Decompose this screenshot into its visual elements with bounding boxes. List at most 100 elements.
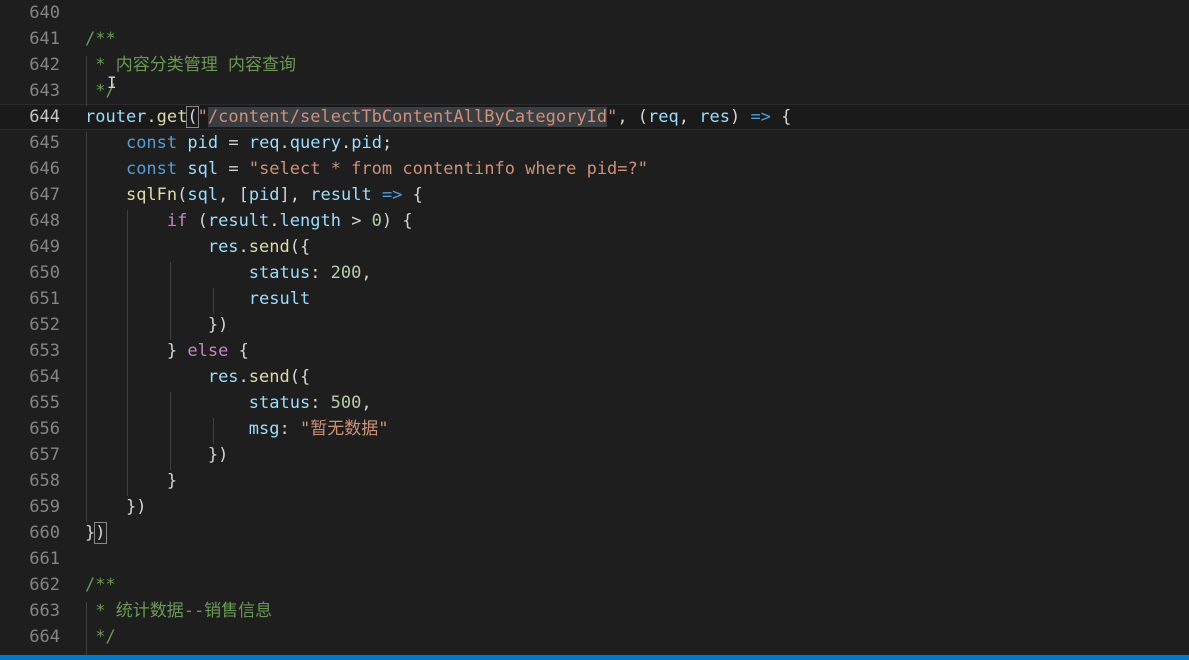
code-token: (: [186, 106, 199, 128]
code-line[interactable]: 645 const pid = req.query.pid;: [0, 130, 1189, 156]
code-line[interactable]: 657 }): [0, 442, 1189, 468]
code-token: 0: [371, 211, 382, 231]
code-token: const: [125, 159, 178, 179]
code-text[interactable]: const sql = "select * from contentinfo w…: [85, 156, 648, 182]
code-token: pid: [248, 185, 280, 205]
code-text[interactable]: if (result.length > 0) {: [85, 208, 413, 234]
code-text[interactable]: /**: [85, 572, 116, 598]
line-number: 646: [29, 159, 60, 179]
code-token: result: [207, 211, 270, 231]
code-token: (: [177, 185, 188, 205]
code-token: .: [340, 133, 352, 153]
code-line[interactable]: 654 res.send({: [0, 364, 1189, 390]
code-token: sqlFn: [125, 185, 178, 205]
code-token: res: [207, 367, 239, 387]
code-editor[interactable]: 664 */663 * 统计数据--销售信息 662/** 661 660}) 659 …: [0, 0, 1189, 655]
mouse-ibeam-cursor-icon: I: [107, 73, 117, 92]
code-token: if: [166, 211, 188, 231]
indent-guide: [170, 262, 171, 340]
code-line[interactable]: 653 } else {: [0, 338, 1189, 364]
code-token: * 内容分类管理 内容查询: [85, 55, 296, 75]
code-text[interactable]: } else {: [85, 338, 249, 364]
code-text[interactable]: msg: "暂无数据": [85, 416, 389, 442]
code-line[interactable]: 648 if (result.length > 0) {: [0, 208, 1189, 234]
code-line[interactable]: 660}): [0, 520, 1189, 546]
code-line[interactable]: 658 }: [0, 468, 1189, 494]
code-line[interactable]: 661: [0, 546, 1189, 572]
code-token: , [: [218, 185, 249, 205]
line-number: 651: [29, 289, 60, 309]
code-text[interactable]: const pid = req.query.pid;: [85, 130, 392, 156]
code-token: sql: [187, 159, 219, 179]
status-bar[interactable]: [0, 655, 1189, 660]
code-token: result: [310, 185, 372, 205]
code-token: .: [238, 367, 249, 387]
code-line[interactable]: 649 res.send({: [0, 234, 1189, 260]
line-number: 649: [29, 237, 60, 257]
code-token: }): [207, 315, 229, 335]
code-text[interactable]: }): [85, 312, 228, 338]
code-token: msg: [248, 419, 280, 439]
code-text[interactable]: }): [85, 520, 107, 546]
line-number: 642: [29, 55, 60, 75]
code-line[interactable]: 642 * 内容分类管理 内容查询: [0, 52, 1189, 78]
code-line[interactable]: 643 */: [0, 78, 1189, 104]
code-text[interactable]: result: [85, 286, 310, 312]
code-token: ({: [289, 237, 311, 257]
code-line[interactable]: 650 status: 200,: [0, 260, 1189, 286]
code-line[interactable]: 659 }): [0, 494, 1189, 520]
code-text[interactable]: }: [85, 468, 177, 494]
line-number: 660: [29, 523, 60, 543]
code-token: else: [187, 341, 229, 361]
code-token: */: [85, 627, 116, 647]
code-token: }): [125, 497, 147, 517]
line-number: 661: [29, 549, 60, 569]
code-line[interactable]: 664 */: [0, 624, 1189, 650]
code-text[interactable]: }): [85, 494, 146, 520]
code-line[interactable]: 663 * 统计数据--销售信息: [0, 598, 1189, 624]
code-token: length: [279, 211, 341, 231]
code-line[interactable]: 644 router.get("/content/selectTbContentA…: [0, 104, 1189, 130]
code-line[interactable]: 651 result: [0, 286, 1189, 312]
code-text[interactable]: res.send({: [85, 234, 310, 260]
code-line[interactable]: 647 sqlFn(sql, [pid], result => {: [0, 182, 1189, 208]
code-token: pid: [351, 133, 382, 153]
code-text[interactable]: router.get("/content/selectTbContentAllB…: [85, 105, 791, 129]
code-text[interactable]: /**: [85, 26, 116, 52]
code-token: "select * from contentinfo where pid=?": [248, 159, 648, 179]
code-text[interactable]: * 统计数据--销售信息: [85, 598, 272, 624]
code-token: =: [218, 159, 249, 179]
code-token: router: [85, 107, 147, 127]
code-token: result: [248, 289, 311, 309]
code-token: res: [699, 107, 730, 127]
code-line[interactable]: 641 /**: [0, 26, 1189, 52]
code-line[interactable]: 652 }): [0, 312, 1189, 338]
code-text[interactable]: * 内容分类管理 内容查询: [85, 52, 296, 78]
code-line[interactable]: 656 msg: "暂无数据": [0, 416, 1189, 442]
code-token: query: [289, 133, 341, 153]
code-line[interactable]: 646 const sql = "select * from contentin…: [0, 156, 1189, 182]
code-text[interactable]: }): [85, 442, 228, 468]
code-token: }): [207, 445, 229, 465]
code-line[interactable]: 640: [0, 0, 1189, 26]
code-text[interactable]: */: [85, 624, 116, 650]
code-text[interactable]: sqlFn(sql, [pid], result => {: [85, 182, 423, 208]
code-token: ): [94, 522, 107, 544]
code-line[interactable]: 662 /**: [0, 572, 1189, 598]
line-number: 644: [29, 107, 60, 127]
code-line[interactable]: 655 status: 500,: [0, 390, 1189, 416]
line-number: 659: [29, 497, 60, 517]
code-token: ;: [381, 133, 393, 153]
code-text[interactable]: res.send({: [85, 364, 310, 390]
line-number: 655: [29, 393, 60, 413]
